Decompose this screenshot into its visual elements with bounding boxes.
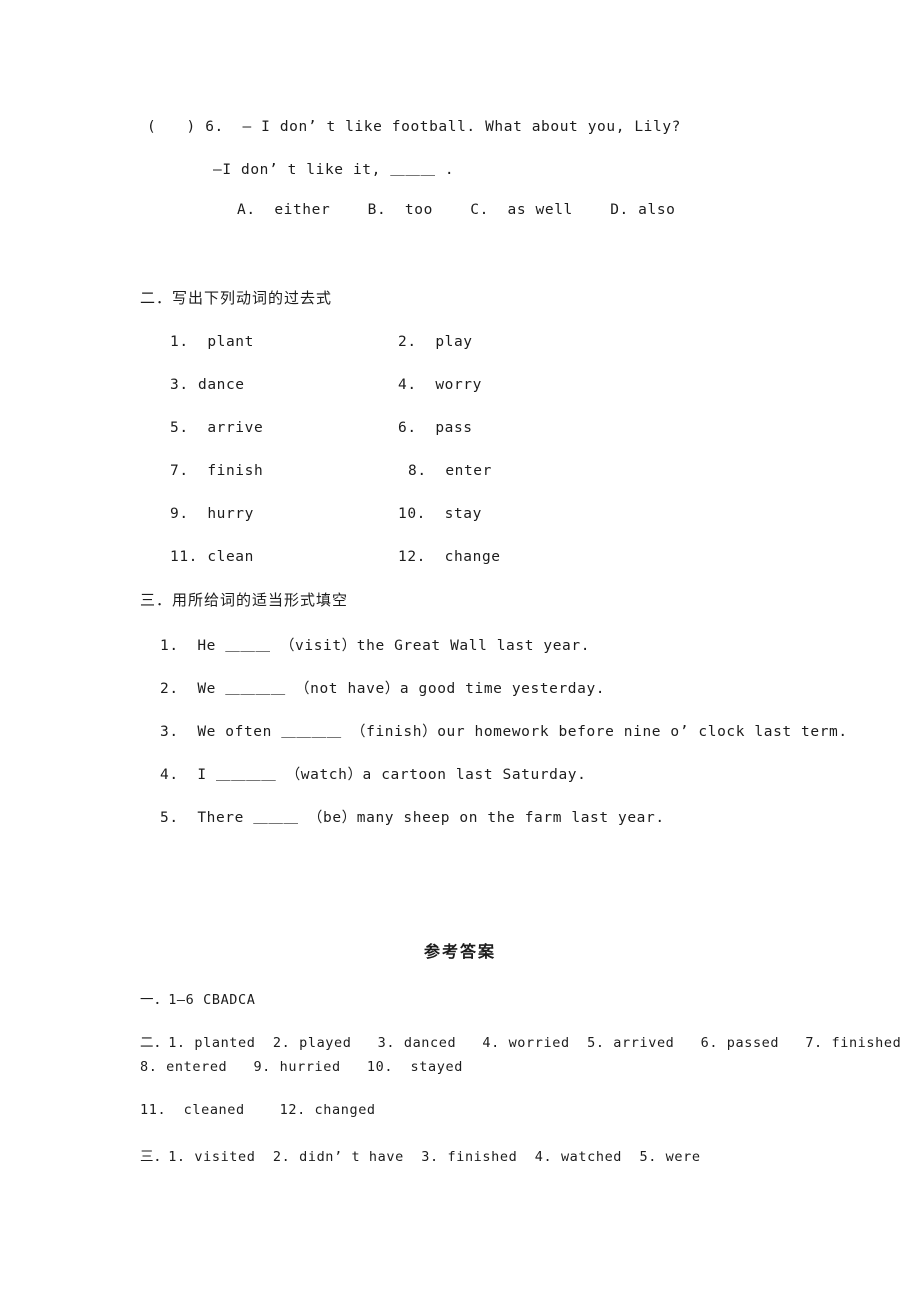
verb-item-11: 11. clean — [170, 549, 264, 565]
verb-item-10: 10. stay — [398, 506, 492, 522]
verb-item-1: 1. plant — [170, 334, 264, 350]
section-2-heading: 二．写出下列动词的过去式 — [140, 289, 333, 307]
fill-item-1: 1. He ＿＿＿ （visit）the Great Wall last yea… — [160, 638, 591, 654]
answer-line-section-2-b: 8. entered 9. hurried 10. stayed — [140, 1059, 463, 1075]
answer-line-section-2-a: 二．1. planted 2. played 3. danced 4. worr… — [140, 1035, 902, 1051]
verb-item-2: 2. play — [398, 334, 482, 350]
question-6-stem: ( ) 6. — I don’ t like football. What ab… — [147, 119, 682, 135]
fill-item-4: 4. I ＿＿＿＿ （watch）a cartoon last Saturday… — [160, 767, 587, 783]
question-6-options: A. either B. too C. as well D. also — [237, 202, 676, 218]
verb-item-5: 5. arrive — [170, 420, 273, 436]
fill-item-2: 2. We ＿＿＿＿ （not have）a good time yesterd… — [160, 681, 606, 697]
answer-key-title: 参考答案 — [423, 942, 496, 961]
fill-item-3: 3. We often ＿＿＿＿ （finish）our homework be… — [160, 724, 848, 740]
verb-item-3: 3. dance — [170, 377, 254, 393]
verb-item-12: 12. change — [398, 549, 510, 565]
verb-item-4: 4. worry — [398, 377, 492, 393]
verb-item-6: 6. pass — [398, 420, 482, 436]
verb-item-9: 9. hurry — [170, 506, 264, 522]
verb-item-8: 8. enter — [408, 463, 502, 479]
answer-line-section-2-c: 11. cleaned 12. changed — [140, 1102, 376, 1118]
question-6-reply-line: —I don’ t like it, ＿＿＿ . — [213, 162, 455, 178]
verb-item-7: 7. finish — [170, 463, 273, 479]
section-3-heading: 三．用所给词的适当形式填空 — [140, 591, 349, 609]
answer-line-section-3: 三．1. visited 2. didn’ t have 3. finished… — [140, 1149, 701, 1165]
fill-item-5: 5. There ＿＿＿ （be）many sheep on the farm … — [160, 810, 665, 826]
answer-line-section-1: 一．1—6 CBADCA — [140, 992, 256, 1008]
worksheet-page: ( ) 6. — I don’ t like football. What ab… — [0, 0, 920, 1302]
